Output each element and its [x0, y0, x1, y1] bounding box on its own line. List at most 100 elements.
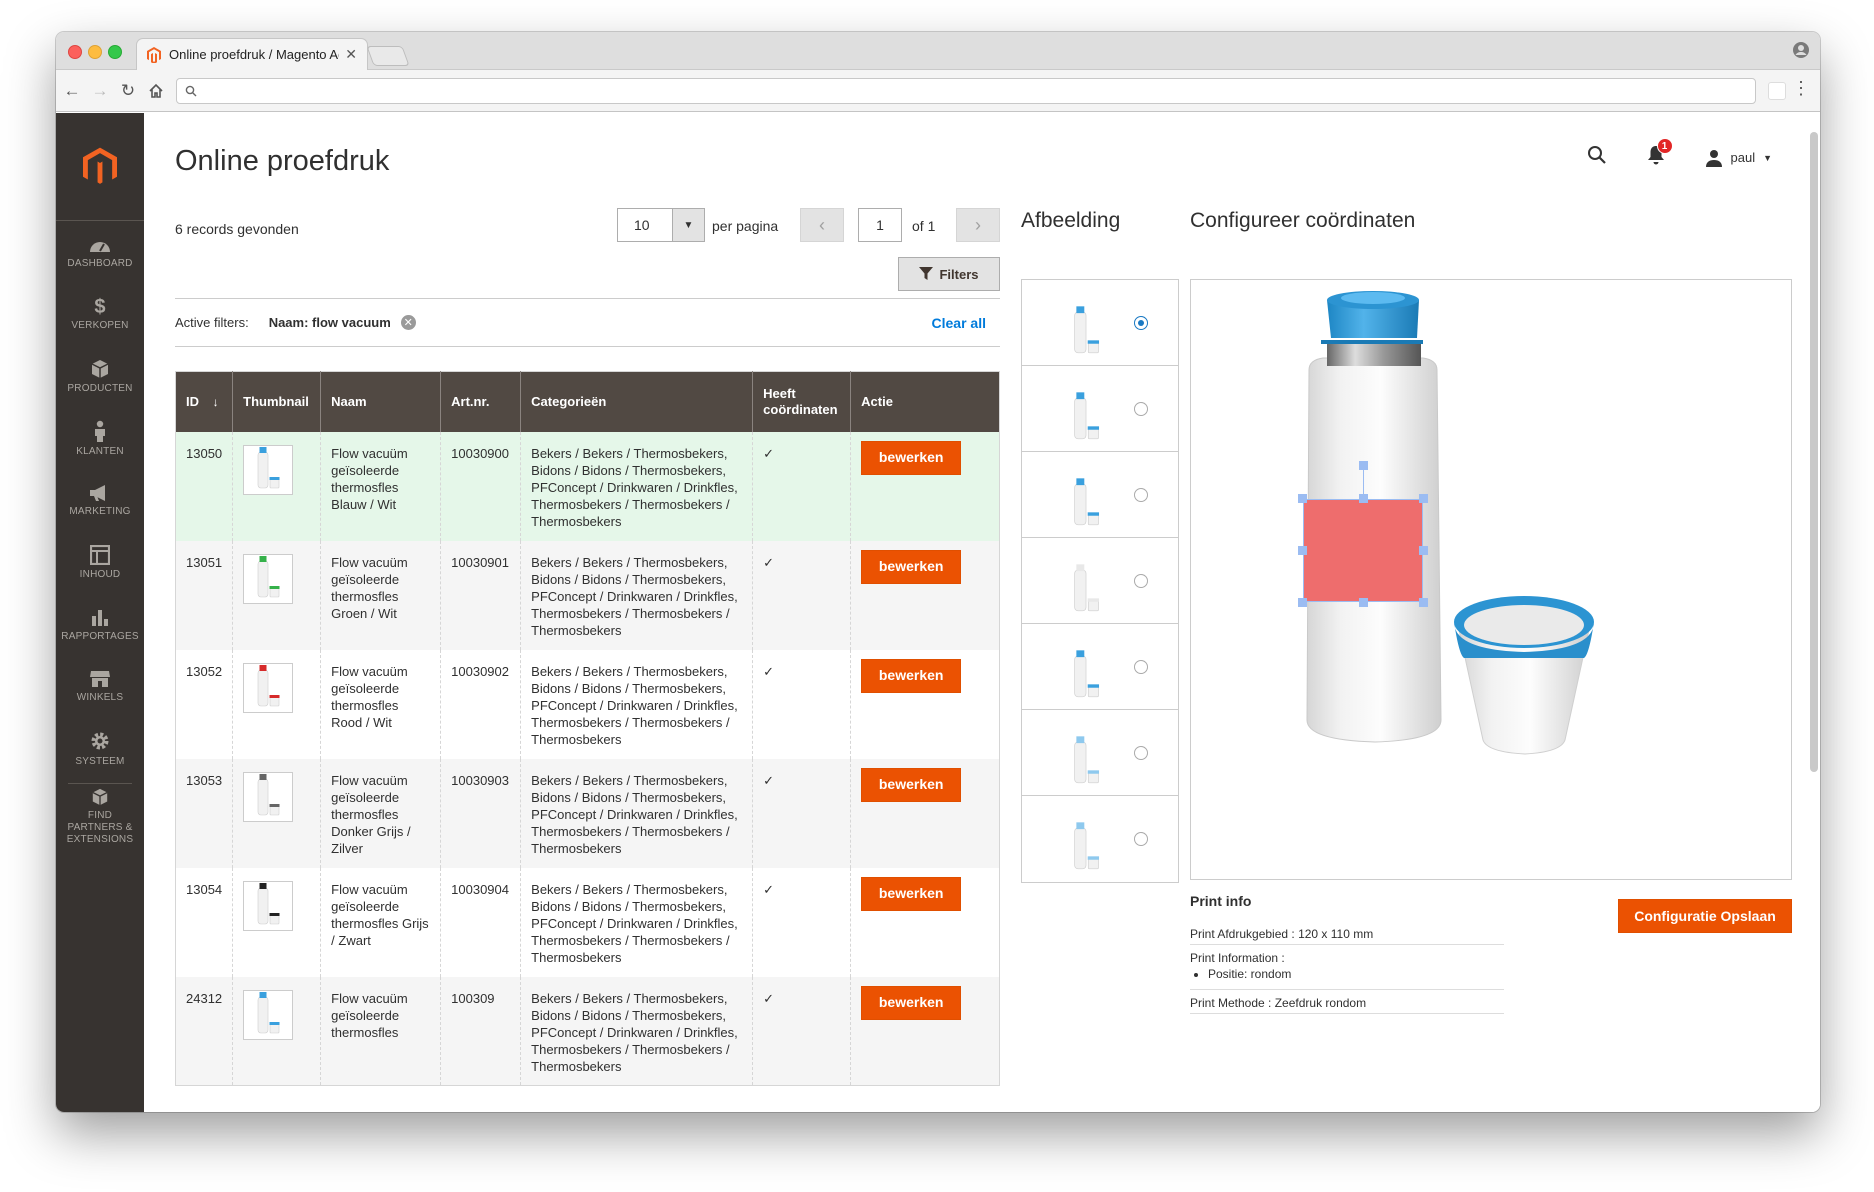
page-scrollbar[interactable] — [1810, 132, 1818, 772]
image-option[interactable] — [1022, 538, 1178, 624]
cell-id: 13050 — [175, 431, 233, 541]
search-icon[interactable] — [1587, 145, 1607, 170]
coordinate-canvas[interactable] — [1190, 279, 1792, 880]
print-area-selection[interactable] — [1303, 499, 1423, 602]
nav-systeem[interactable]: Systeem — [56, 717, 144, 779]
col-heeft-coordinaten[interactable]: Heeft coördinaten — [752, 371, 851, 432]
forward-icon[interactable]: → — [86, 77, 114, 105]
nav-find-partners[interactable]: Find Partners & Extensions — [56, 788, 144, 846]
cell-thumbnail — [232, 540, 321, 650]
table-row[interactable]: 13053 Flow vacuüm geïsoleerde thermosfles… — [175, 758, 1000, 868]
col-id[interactable]: ID ↓ — [175, 371, 233, 432]
resize-handle-ne[interactable] — [1419, 494, 1428, 503]
nav-rapportages[interactable]: Rapportages — [56, 593, 144, 655]
image-option[interactable] — [1022, 366, 1178, 452]
cell-artnr: 10030903 — [440, 758, 521, 868]
edit-button[interactable]: bewerken — [861, 767, 962, 802]
image-option[interactable] — [1022, 452, 1178, 538]
resize-handle-n[interactable] — [1359, 494, 1368, 503]
table-row[interactable]: 13052 Flow vacuüm geïsoleerde thermosfles… — [175, 649, 1000, 759]
filters-button[interactable]: Filters — [898, 257, 1000, 291]
product-thumbnail[interactable] — [243, 553, 294, 604]
page-content: Online proefdruk 1 paul ▼ 6 records gevo… — [144, 113, 1820, 1112]
nav-winkels[interactable]: Winkels — [56, 655, 144, 717]
browser-titlebar: Online proefdruk / Magento Ad ✕ — [56, 32, 1820, 70]
product-thumbnail[interactable] — [243, 444, 294, 495]
nav-klanten[interactable]: Klanten — [56, 407, 144, 469]
nav-marketing[interactable]: Marketing — [56, 469, 144, 531]
prev-page-button[interactable]: ‹ — [800, 208, 844, 242]
per-page-label: per pagina — [712, 218, 779, 234]
browser-menu-icon[interactable]: ⋮ — [1792, 79, 1810, 97]
edit-button[interactable]: bewerken — [861, 985, 962, 1020]
close-window-button[interactable] — [68, 45, 82, 59]
col-artnr[interactable]: Art.nr. — [440, 371, 521, 432]
grid-header-row: ID ↓ Thumbnail Naam Art.nr. Categorieën … — [175, 371, 1000, 432]
cell-heeft-coordinaten: ✓ — [752, 540, 851, 650]
user-menu[interactable]: paul ▼ — [1705, 149, 1772, 167]
rotate-handle[interactable] — [1359, 461, 1368, 470]
per-page-value: 10 — [634, 217, 650, 233]
product-thumbnail[interactable] — [243, 880, 294, 931]
image-option[interactable] — [1022, 624, 1178, 710]
col-thumbnail[interactable]: Thumbnail — [232, 371, 321, 432]
image-option[interactable] — [1022, 280, 1178, 366]
new-tab-button[interactable] — [366, 46, 410, 66]
col-naam[interactable]: Naam — [320, 371, 441, 432]
extension-icon[interactable] — [1768, 82, 1786, 100]
page-input[interactable]: 1 — [858, 208, 902, 242]
home-icon[interactable] — [142, 77, 170, 105]
image-option[interactable] — [1022, 710, 1178, 796]
table-row[interactable]: 13050 Flow vacuüm geïsoleerde thermosfles… — [175, 431, 1000, 541]
resize-handle-w[interactable] — [1298, 546, 1307, 555]
resize-handle-se[interactable] — [1419, 598, 1428, 607]
close-tab-icon[interactable]: ✕ — [345, 46, 357, 63]
image-option-radio[interactable] — [1134, 745, 1148, 760]
image-option-radio[interactable] — [1134, 832, 1148, 846]
product-thumbnail[interactable] — [243, 662, 294, 713]
image-option-thumbnail — [1066, 718, 1106, 788]
image-option-radio[interactable] — [1134, 487, 1148, 502]
reload-icon[interactable]: ↻ — [114, 77, 142, 105]
edit-button[interactable]: bewerken — [861, 440, 962, 475]
nav-verkopen[interactable]: $ Verkopen — [56, 283, 144, 345]
nav-inhoud[interactable]: Inhoud — [56, 531, 144, 593]
table-row[interactable]: 13051 Flow vacuüm geïsoleerde thermosfles… — [175, 540, 1000, 650]
clear-all-link[interactable]: Clear all — [932, 315, 986, 331]
address-bar[interactable] — [176, 78, 1756, 104]
notifications-button[interactable]: 1 — [1647, 138, 1673, 170]
back-icon[interactable]: ← — [58, 77, 86, 105]
image-option[interactable] — [1022, 796, 1178, 882]
remove-filter-icon[interactable]: ✕ — [400, 315, 416, 330]
product-thumbnail[interactable] — [243, 989, 294, 1040]
resize-handle-s[interactable] — [1359, 598, 1368, 607]
edit-button[interactable]: bewerken — [861, 876, 962, 911]
image-option-thumbnail — [1066, 288, 1106, 358]
magento-logo[interactable] — [56, 113, 144, 221]
chevron-down-icon[interactable]: ▼ — [672, 209, 704, 241]
nav-dashboard[interactable]: Dashboard — [56, 221, 144, 283]
profile-icon[interactable] — [1792, 41, 1810, 59]
image-option-radio[interactable] — [1134, 659, 1148, 674]
per-page-select[interactable]: 10 ▼ — [617, 208, 705, 242]
save-configuration-button[interactable]: Configuratie Opslaan — [1618, 899, 1792, 933]
resize-handle-nw[interactable] — [1298, 494, 1307, 503]
next-page-button[interactable]: › — [956, 208, 1000, 242]
nav-producten[interactable]: Producten — [56, 345, 144, 407]
print-info: Print info Print Afdrukgebied : 120 x 11… — [1190, 893, 1504, 1020]
col-categorieen[interactable]: Categorieën — [520, 371, 753, 432]
table-row[interactable]: 24312 Flow vacuüm geïsoleerde thermosfles… — [175, 976, 1000, 1086]
cell-artnr: 10030901 — [440, 540, 521, 650]
image-option-radio[interactable] — [1134, 401, 1148, 416]
zoom-window-button[interactable] — [108, 45, 122, 59]
resize-handle-sw[interactable] — [1298, 598, 1307, 607]
product-thumbnail[interactable] — [243, 771, 294, 822]
image-option-radio[interactable] — [1134, 573, 1148, 588]
minimize-window-button[interactable] — [88, 45, 102, 59]
resize-handle-e[interactable] — [1419, 546, 1428, 555]
image-option-radio[interactable] — [1134, 315, 1148, 330]
table-row[interactable]: 13054 Flow vacuüm geïsoleerde thermosfles… — [175, 867, 1000, 977]
edit-button[interactable]: bewerken — [861, 549, 962, 584]
browser-tab[interactable]: Online proefdruk / Magento Ad ✕ — [136, 38, 368, 70]
edit-button[interactable]: bewerken — [861, 658, 962, 693]
